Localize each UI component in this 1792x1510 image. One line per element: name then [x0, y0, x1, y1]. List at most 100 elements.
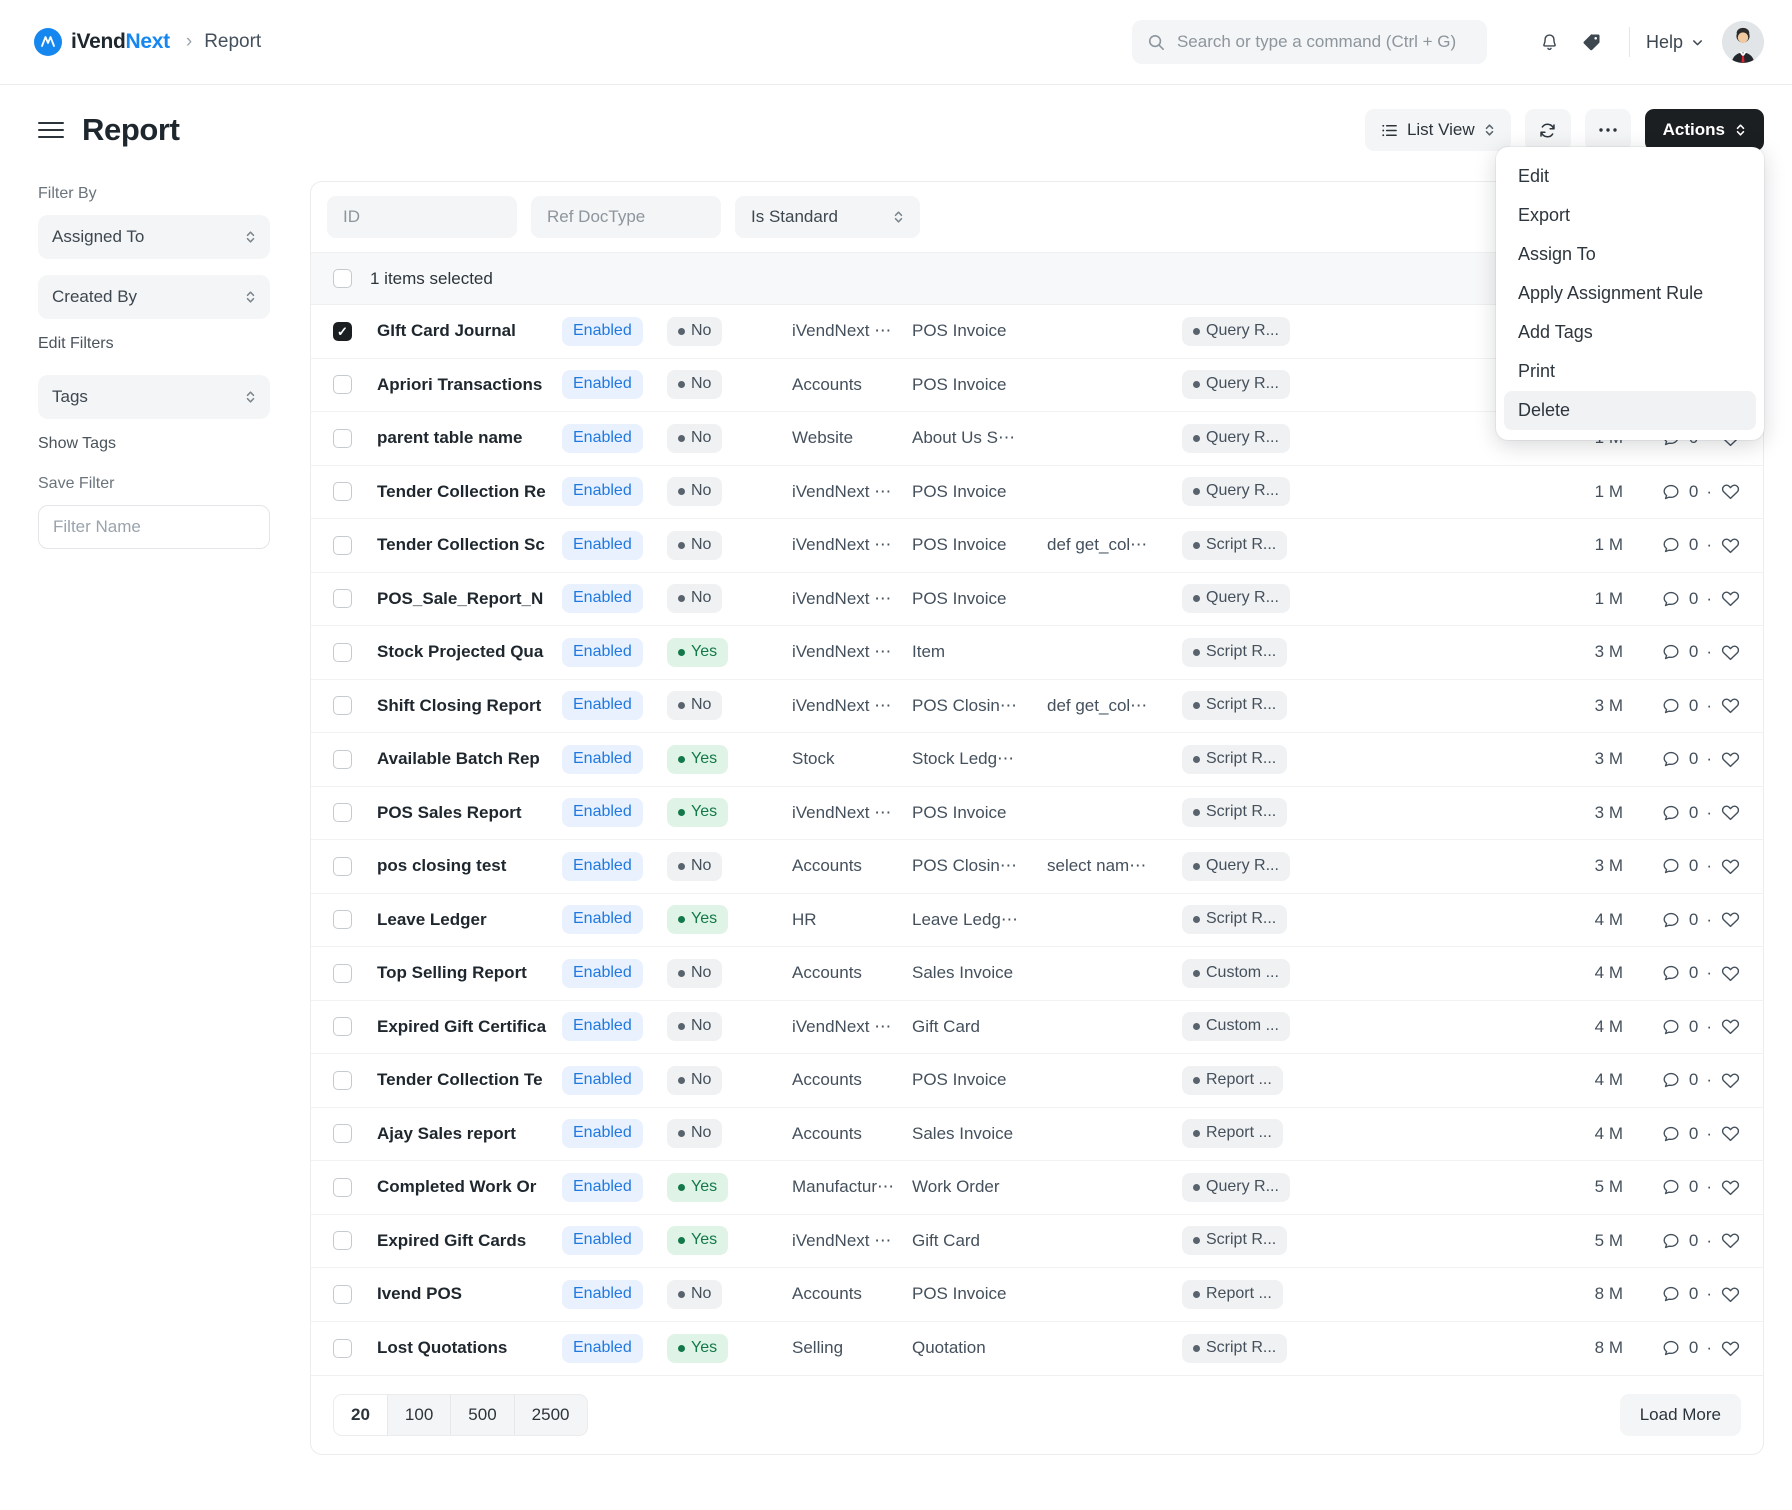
- menu-item-print[interactable]: Print: [1504, 352, 1756, 391]
- comment-icon[interactable]: [1661, 749, 1681, 769]
- row-report-name[interactable]: pos closing test: [377, 856, 562, 876]
- more-options-button[interactable]: [1584, 109, 1631, 151]
- row-checkbox[interactable]: [333, 1124, 352, 1144]
- like-heart-icon[interactable]: [1720, 1123, 1741, 1144]
- row-checkbox[interactable]: [333, 535, 352, 555]
- list-view-selector[interactable]: List View: [1364, 109, 1511, 151]
- like-heart-icon[interactable]: [1720, 963, 1741, 984]
- page-size-500[interactable]: 500: [451, 1395, 515, 1435]
- comment-icon[interactable]: [1661, 589, 1681, 609]
- tags-button[interactable]: [1571, 21, 1613, 63]
- comment-icon[interactable]: [1661, 1124, 1681, 1144]
- comment-icon[interactable]: [1661, 535, 1681, 555]
- like-heart-icon[interactable]: [1720, 535, 1741, 556]
- row-report-name[interactable]: Tender Collection Sc: [377, 535, 562, 555]
- row-checkbox[interactable]: [333, 1338, 352, 1358]
- row-report-name[interactable]: Expired Gift Cards: [377, 1231, 562, 1251]
- row-checkbox[interactable]: [333, 1017, 352, 1037]
- comment-icon[interactable]: [1661, 696, 1681, 716]
- comment-icon[interactable]: [1661, 1338, 1681, 1358]
- table-row[interactable]: Ajay Sales report Enabled No Accounts Sales …: [311, 1108, 1763, 1161]
- id-filter-input[interactable]: ID: [327, 196, 517, 238]
- table-row[interactable]: POS_Sale_Report_N Enabled No iVendNext ⋯ POS…: [311, 573, 1763, 626]
- row-report-name[interactable]: Ajay Sales report: [377, 1124, 562, 1144]
- avatar[interactable]: [1722, 21, 1764, 63]
- like-heart-icon[interactable]: [1720, 1070, 1741, 1091]
- is-standard-filter-select[interactable]: Is Standard: [735, 196, 920, 238]
- page-size-2500[interactable]: 2500: [515, 1395, 587, 1435]
- row-checkbox[interactable]: [333, 910, 352, 930]
- table-row[interactable]: Leave Ledger Enabled Yes HR Leave Ledg⋯ Scrip…: [311, 894, 1763, 947]
- table-row[interactable]: Expired Gift Certificа Enabled No iVendNext…: [311, 1001, 1763, 1054]
- comment-icon[interactable]: [1661, 1177, 1681, 1197]
- table-row[interactable]: pos closing test Enabled No Accounts POS Clo…: [311, 840, 1763, 894]
- page-size-100[interactable]: 100: [388, 1395, 452, 1435]
- table-row[interactable]: Ivend POS Enabled No Accounts POS Invoice Rep…: [311, 1268, 1763, 1322]
- like-heart-icon[interactable]: [1720, 749, 1741, 770]
- row-checkbox[interactable]: [333, 482, 352, 502]
- assigned-to-select[interactable]: Assigned To: [38, 215, 270, 259]
- like-heart-icon[interactable]: [1720, 481, 1741, 502]
- row-report-name[interactable]: Lost Quotations: [377, 1338, 562, 1358]
- load-more-button[interactable]: Load More: [1619, 1394, 1741, 1436]
- search-input[interactable]: Search or type a command (Ctrl + G): [1131, 20, 1487, 64]
- row-report-name[interactable]: Apriori Transactions: [377, 375, 562, 395]
- table-row[interactable]: Shift Closing Report Enabled No iVendNext ⋯…: [311, 680, 1763, 733]
- row-report-name[interactable]: Completed Work Or: [377, 1177, 562, 1197]
- comment-icon[interactable]: [1661, 963, 1681, 983]
- row-checkbox[interactable]: [333, 642, 352, 662]
- menu-item-add-tags[interactable]: Add Tags: [1504, 313, 1756, 352]
- comment-icon[interactable]: [1661, 1231, 1681, 1251]
- comment-icon[interactable]: [1661, 910, 1681, 930]
- select-all-checkbox[interactable]: [333, 269, 352, 288]
- table-row[interactable]: Top Selling Report Enabled No Accounts Sales…: [311, 947, 1763, 1001]
- row-checkbox[interactable]: [333, 1070, 352, 1090]
- comment-icon[interactable]: [1661, 803, 1681, 823]
- row-report-name[interactable]: Stock Projected Qua: [377, 642, 562, 662]
- menu-item-export[interactable]: Export: [1504, 196, 1756, 235]
- breadcrumb[interactable]: Report: [204, 31, 261, 53]
- row-checkbox[interactable]: [333, 1284, 352, 1304]
- filter-name-input[interactable]: Filter Name: [38, 505, 270, 549]
- like-heart-icon[interactable]: [1720, 1338, 1741, 1359]
- row-report-name[interactable]: Tender Collection Te: [377, 1070, 562, 1090]
- row-checkbox[interactable]: [333, 1231, 352, 1251]
- row-checkbox[interactable]: [333, 375, 352, 395]
- table-row[interactable]: Completed Work Or Enabled Yes Manufactur⋯ Wo…: [311, 1161, 1763, 1215]
- like-heart-icon[interactable]: [1720, 856, 1741, 877]
- row-report-name[interactable]: Ivend POS: [377, 1284, 562, 1304]
- menu-item-assign-to[interactable]: Assign To: [1504, 235, 1756, 274]
- row-report-name[interactable]: GIft Card Journal: [377, 321, 562, 341]
- actions-button[interactable]: Actions: [1644, 109, 1764, 151]
- row-checkbox[interactable]: [333, 589, 352, 609]
- row-checkbox[interactable]: [333, 749, 352, 769]
- help-menu[interactable]: Help: [1646, 32, 1704, 53]
- comment-icon[interactable]: [1661, 1284, 1681, 1304]
- refresh-button[interactable]: [1524, 109, 1571, 151]
- sidebar-toggle-button[interactable]: [38, 122, 64, 138]
- table-row[interactable]: Stock Projected Qua Enabled Yes iVendNext ⋯…: [311, 626, 1763, 680]
- edit-filters-link[interactable]: Edit Filters: [38, 335, 310, 353]
- like-heart-icon[interactable]: [1720, 695, 1741, 716]
- created-by-select[interactable]: Created By: [38, 275, 270, 319]
- table-row[interactable]: Expired Gift Cards Enabled Yes iVendNext ⋯ G…: [311, 1215, 1763, 1268]
- row-report-name[interactable]: Shift Closing Report: [377, 696, 562, 716]
- tags-select[interactable]: Tags: [38, 375, 270, 419]
- table-row[interactable]: Tender Collection Te Enabled No Accounts POS…: [311, 1054, 1763, 1108]
- row-report-name[interactable]: Tender Collection Re: [377, 482, 562, 502]
- like-heart-icon[interactable]: [1720, 1177, 1741, 1198]
- row-report-name[interactable]: Available Batch Rep: [377, 749, 562, 769]
- row-report-name[interactable]: parent table name: [377, 428, 562, 448]
- comment-icon[interactable]: [1661, 1017, 1681, 1037]
- page-size-20[interactable]: 20: [334, 1395, 388, 1435]
- row-report-name[interactable]: POS_Sale_Report_N: [377, 589, 562, 609]
- table-row[interactable]: POS Sales Report Enabled Yes iVendNext ⋯ POS…: [311, 787, 1763, 840]
- notifications-button[interactable]: [1529, 21, 1571, 63]
- comment-icon[interactable]: [1661, 1070, 1681, 1090]
- like-heart-icon[interactable]: [1720, 1230, 1741, 1251]
- menu-item-delete[interactable]: Delete: [1504, 391, 1756, 430]
- like-heart-icon[interactable]: [1720, 588, 1741, 609]
- comment-icon[interactable]: [1661, 642, 1681, 662]
- like-heart-icon[interactable]: [1720, 1016, 1741, 1037]
- row-report-name[interactable]: Expired Gift Certificа: [377, 1017, 562, 1037]
